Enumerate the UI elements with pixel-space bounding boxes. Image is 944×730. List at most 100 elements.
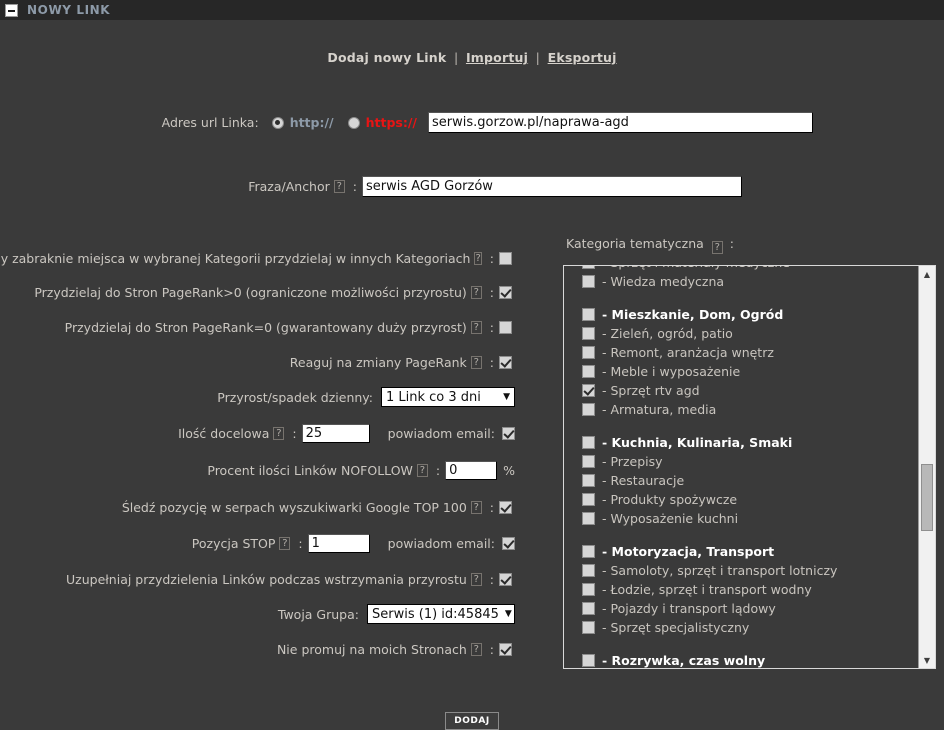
category-item-checkbox[interactable] <box>582 365 595 378</box>
category-item-label: - Restauracje <box>602 473 685 488</box>
scroll-up-arrow-icon[interactable]: ▲ <box>919 267 935 281</box>
help-icon-nopromo[interactable]: ? <box>470 643 482 656</box>
radio-http-label[interactable]: http:// <box>290 115 334 130</box>
category-item[interactable]: - Łodzie, sprzęt i transport wodny <box>582 580 918 599</box>
top-links: Dodaj nowy Link | Importuj | Eksportuj <box>0 20 944 65</box>
target-colon: : <box>292 426 297 441</box>
category-label: Kategoria tematyczna <box>566 236 704 251</box>
chevron-down-icon-group: ▼ <box>504 609 512 619</box>
help-icon-stop[interactable]: ? <box>279 537 291 550</box>
help-icon-nofollow[interactable]: ? <box>416 464 428 477</box>
growth-select[interactable]: 1 Link co 3 dni ▼ <box>381 387 515 407</box>
refill-row: Uzupełniaj przydzielenia Linków podczas … <box>0 572 512 587</box>
link-importuj[interactable]: Importuj <box>466 50 528 65</box>
category-scrollbar[interactable]: ▲ ▼ <box>918 266 935 668</box>
category-item-checkbox[interactable] <box>582 403 595 416</box>
category-item-label: - Motoryzacja, Transport <box>602 544 775 559</box>
category-item-checkbox[interactable] <box>582 493 595 506</box>
category-item[interactable]: - Zieleń, ogród, patio <box>582 324 918 343</box>
page-title: NOWY LINK <box>27 3 111 17</box>
nofollow-input[interactable] <box>445 461 498 480</box>
help-icon-category[interactable]: ? <box>711 241 723 254</box>
stop-input[interactable] <box>307 534 370 553</box>
category-item-checkbox[interactable] <box>582 346 595 359</box>
category-item-checkbox[interactable] <box>582 474 595 487</box>
category-gap <box>582 637 918 651</box>
category-item-checkbox[interactable] <box>582 384 595 397</box>
target-label: Ilość docelowa <box>178 426 270 441</box>
option-checkbox-2[interactable] <box>499 321 512 334</box>
category-item[interactable]: - Mieszkanie, Dom, Ogród <box>582 305 918 324</box>
target-email-checkbox[interactable] <box>502 427 515 440</box>
category-item-checkbox[interactable] <box>582 308 595 321</box>
category-item[interactable]: - Restauracje <box>582 471 918 490</box>
help-icon-option-0[interactable]: ? <box>474 252 482 265</box>
category-item[interactable]: - Sprzęt rtv agd <box>582 381 918 400</box>
category-item-label: - Sprzęt i materiały medyczne <box>602 266 790 270</box>
category-item-checkbox[interactable] <box>582 621 595 634</box>
target-input[interactable] <box>301 424 370 443</box>
anchor-input[interactable] <box>362 176 742 197</box>
stop-email-checkbox[interactable] <box>502 537 515 550</box>
link-eksportuj[interactable]: Eksportuj <box>548 50 617 65</box>
option-checkbox-3[interactable] <box>499 356 512 369</box>
category-item-checkbox[interactable] <box>582 327 595 340</box>
category-item-checkbox[interactable] <box>582 545 595 558</box>
nopromo-checkbox[interactable] <box>499 643 512 656</box>
category-item[interactable]: - Samoloty, sprzęt i transport lotniczy <box>582 561 918 580</box>
help-icon-target[interactable]: ? <box>273 427 285 440</box>
category-item[interactable]: - Przepisy <box>582 452 918 471</box>
scroll-down-arrow-icon[interactable]: ▼ <box>919 653 935 667</box>
stop-label: Pozycja STOP <box>191 536 276 551</box>
category-item[interactable]: - Remont, aranżacja wnętrz <box>582 343 918 362</box>
radio-https-label[interactable]: https:// <box>366 115 417 130</box>
help-icon-serp[interactable]: ? <box>470 501 482 514</box>
help-icon-option-3[interactable]: ? <box>470 356 482 369</box>
category-item-label: - Produkty spożywcze <box>602 492 738 507</box>
option-checkbox-1[interactable] <box>499 286 512 299</box>
refill-checkbox[interactable] <box>499 573 512 586</box>
option-checkbox-0[interactable] <box>499 252 512 265</box>
stop-colon: : <box>298 536 303 551</box>
serp-checkbox[interactable] <box>499 501 512 514</box>
category-list[interactable]: - Sprzęt i materiały medyczne - Wiedza me… <box>564 266 918 668</box>
serp-label: Śledź pozycję w serpach wyszukiwarki Goo… <box>121 500 467 515</box>
option-row-2: Przydzielaj do Stron PageRank=0 (gwarant… <box>0 320 512 335</box>
help-icon-option-2[interactable]: ? <box>470 321 482 334</box>
category-item-checkbox[interactable] <box>582 275 595 288</box>
category-item-checkbox[interactable] <box>582 266 595 269</box>
category-item[interactable]: - Motoryzacja, Transport <box>582 542 918 561</box>
refill-colon: : <box>489 572 494 587</box>
help-icon-refill[interactable]: ? <box>470 573 482 586</box>
radio-https[interactable] <box>347 116 360 129</box>
category-item-checkbox[interactable] <box>582 455 595 468</box>
url-row: Adres url Linka: http:// https:// <box>0 112 813 133</box>
help-icon-option-1[interactable]: ? <box>470 286 482 299</box>
target-row: Ilość docelowa ? : powiadom email: <box>0 424 515 443</box>
category-item[interactable]: - Wiedza medyczna <box>582 272 918 291</box>
category-item[interactable]: - Wyposażenie kuchni <box>582 509 918 528</box>
category-item[interactable]: - Pojazdy i transport lądowy <box>582 599 918 618</box>
anchor-label: Fraza/Anchor <box>248 179 330 194</box>
category-item[interactable]: - Meble i wyposażenie <box>582 362 918 381</box>
category-item-checkbox[interactable] <box>582 512 595 525</box>
scrollbar-thumb[interactable] <box>921 464 933 531</box>
minus-box-icon[interactable] <box>5 3 18 17</box>
url-input[interactable] <box>428 112 813 133</box>
category-panel: - Sprzęt i materiały medyczne - Wiedza me… <box>563 265 936 669</box>
category-item[interactable]: - Sprzęt specjalistyczny <box>582 618 918 637</box>
category-item[interactable]: - Kuchnia, Kulinaria, Smaki <box>582 433 918 452</box>
category-item-checkbox[interactable] <box>582 602 595 615</box>
category-item-checkbox[interactable] <box>582 564 595 577</box>
radio-http[interactable] <box>271 116 284 129</box>
category-item[interactable]: - Produkty spożywcze <box>582 490 918 509</box>
category-item-checkbox[interactable] <box>582 654 595 667</box>
window-titlebar: NOWY LINK <box>0 0 944 20</box>
group-select[interactable]: Serwis (1) id:45845 ▼ <box>367 604 515 624</box>
category-item-checkbox[interactable] <box>582 583 595 596</box>
refill-label: Uzupełniaj przydzielenia Linków podczas … <box>66 572 467 587</box>
category-item[interactable]: - Armatura, media <box>582 400 918 419</box>
category-item-checkbox[interactable] <box>582 436 595 449</box>
help-icon-anchor[interactable]: ? <box>333 180 345 193</box>
category-item[interactable]: - Rozrywka, czas wolny <box>582 651 918 668</box>
